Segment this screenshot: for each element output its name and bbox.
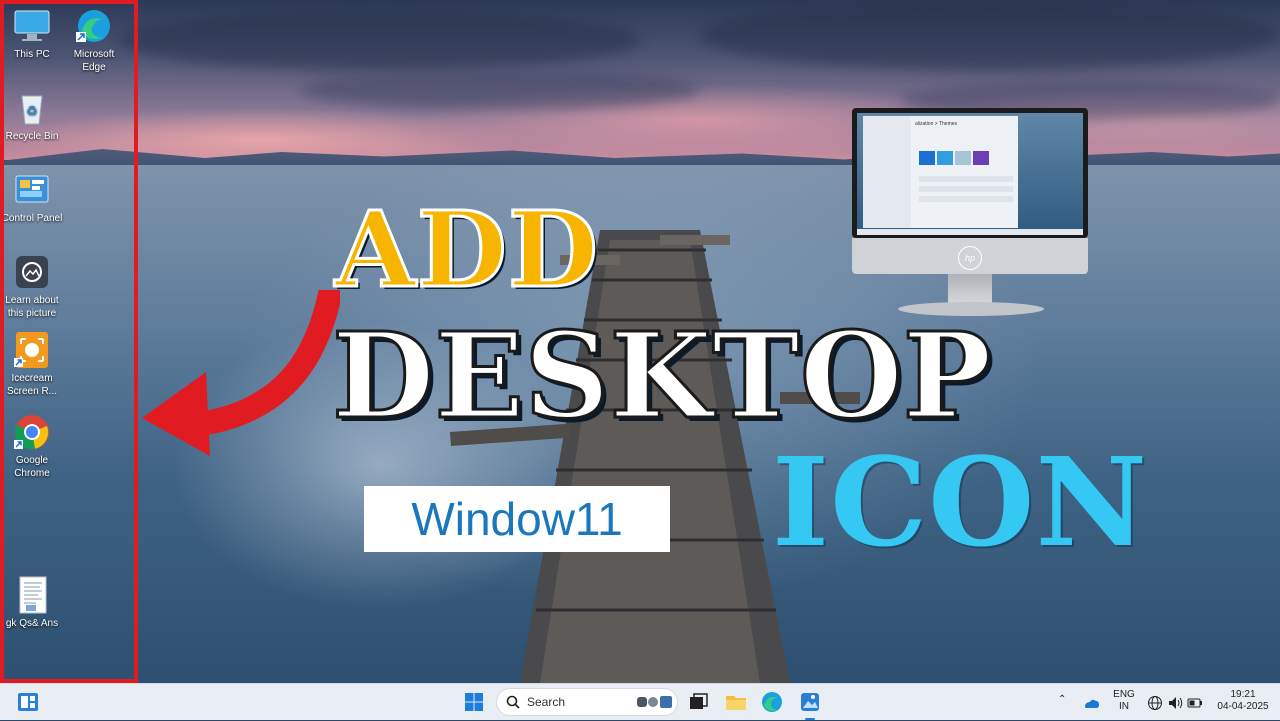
camera-icon	[12, 252, 52, 292]
desktop-icon-label: Google Chrome	[14, 455, 50, 479]
desktop-icon-label: This PC	[14, 49, 50, 60]
desktop-icon-recycle-bin[interactable]: ♻ Recycle Bin	[0, 88, 64, 143]
monitor-icon	[12, 6, 52, 46]
photos-icon	[801, 693, 819, 711]
language-indicator[interactable]: ENG IN	[1110, 689, 1138, 713]
taskbar-search[interactable]: Search	[496, 688, 678, 716]
edge-icon	[762, 692, 782, 712]
task-view-button[interactable]	[684, 688, 712, 716]
language-code: ENG	[1113, 689, 1135, 700]
title-icon: ICON	[772, 430, 1148, 574]
desktop-icon-learn-about-this-picture[interactable]: Learn about this picture	[0, 252, 64, 320]
settings-window-thumbnail: alization > Themes	[863, 116, 1018, 228]
network-globe-icon[interactable]	[1146, 694, 1164, 712]
edge-taskbar-button[interactable]	[758, 688, 786, 716]
hp-logo: hp	[958, 246, 982, 270]
desktop-icon-this-pc[interactable]: This PC	[0, 6, 64, 61]
monitor-screen: alization > Themes	[857, 113, 1083, 235]
taskbar: Search ⌃ ENG IN 19:21 04-04-2025	[0, 683, 1280, 720]
desktop-icon-microsoft-edge[interactable]: Microsoft Edge	[62, 6, 126, 74]
control-panel-icon	[12, 170, 52, 210]
battery-icon[interactable]	[1186, 694, 1204, 712]
monitor-base	[898, 302, 1044, 316]
desktop-icon-control-panel[interactable]: Control Panel	[0, 170, 64, 225]
chrome-icon	[12, 412, 52, 452]
clock-time: 19:21	[1230, 689, 1256, 700]
clock[interactable]: 19:21 04-04-2025	[1212, 689, 1274, 713]
clock-date: 04-04-2025	[1217, 701, 1269, 712]
icecream-icon	[12, 330, 52, 370]
search-placeholder: Search	[527, 695, 566, 709]
title-desktop: DESKTOP	[330, 305, 992, 447]
onedrive-icon[interactable]	[1082, 694, 1100, 712]
show-hidden-icons-button[interactable]: ⌃	[1058, 694, 1066, 706]
svg-text:♻: ♻	[26, 103, 38, 118]
monitor-neck	[948, 274, 992, 304]
widgets-button[interactable]	[14, 688, 42, 716]
desktop-icon-label: Recycle Bin	[5, 131, 59, 142]
document-icon	[12, 575, 52, 615]
windows-start-icon	[465, 693, 483, 711]
start-button[interactable]	[460, 688, 488, 716]
desktop-icon-icecream-screen-recorder[interactable]: Icecream Screen R...	[0, 330, 64, 398]
desktop-icon-label: Learn about this picture	[5, 295, 59, 319]
widgets-icon	[18, 693, 38, 711]
hp-monitor-illustration: alization > Themes hp	[852, 108, 1088, 318]
desktop-icon-label: Microsoft Edge	[73, 49, 115, 73]
desktop-icon-google-chrome[interactable]: Google Chrome	[0, 412, 64, 480]
search-icon	[506, 695, 520, 709]
title-add: ADD	[333, 187, 600, 313]
settings-breadcrumb: alization > Themes	[915, 121, 958, 127]
chevron-up-icon: ⌃	[1058, 694, 1067, 705]
desktop-icon-gk-document[interactable]: gk Qs& Ans	[0, 575, 64, 630]
volume-icon[interactable]	[1166, 694, 1184, 712]
window11-badge: Window11	[364, 486, 670, 552]
task-view-icon	[690, 693, 708, 709]
recycle-bin-icon: ♻	[12, 88, 52, 128]
language-region: IN	[1119, 701, 1129, 712]
photos-taskbar-button[interactable]	[796, 688, 824, 720]
edge-icon	[74, 6, 114, 46]
search-highlight-icon	[637, 696, 672, 708]
desktop-icon-label: Control Panel	[1, 213, 63, 224]
red-arrow	[142, 290, 340, 456]
desktop-icon-label: gk Qs& Ans	[5, 618, 59, 629]
desktop-icon-label: Icecream Screen R...	[6, 373, 58, 397]
file-explorer-button[interactable]	[722, 688, 750, 716]
folder-icon	[726, 696, 746, 710]
